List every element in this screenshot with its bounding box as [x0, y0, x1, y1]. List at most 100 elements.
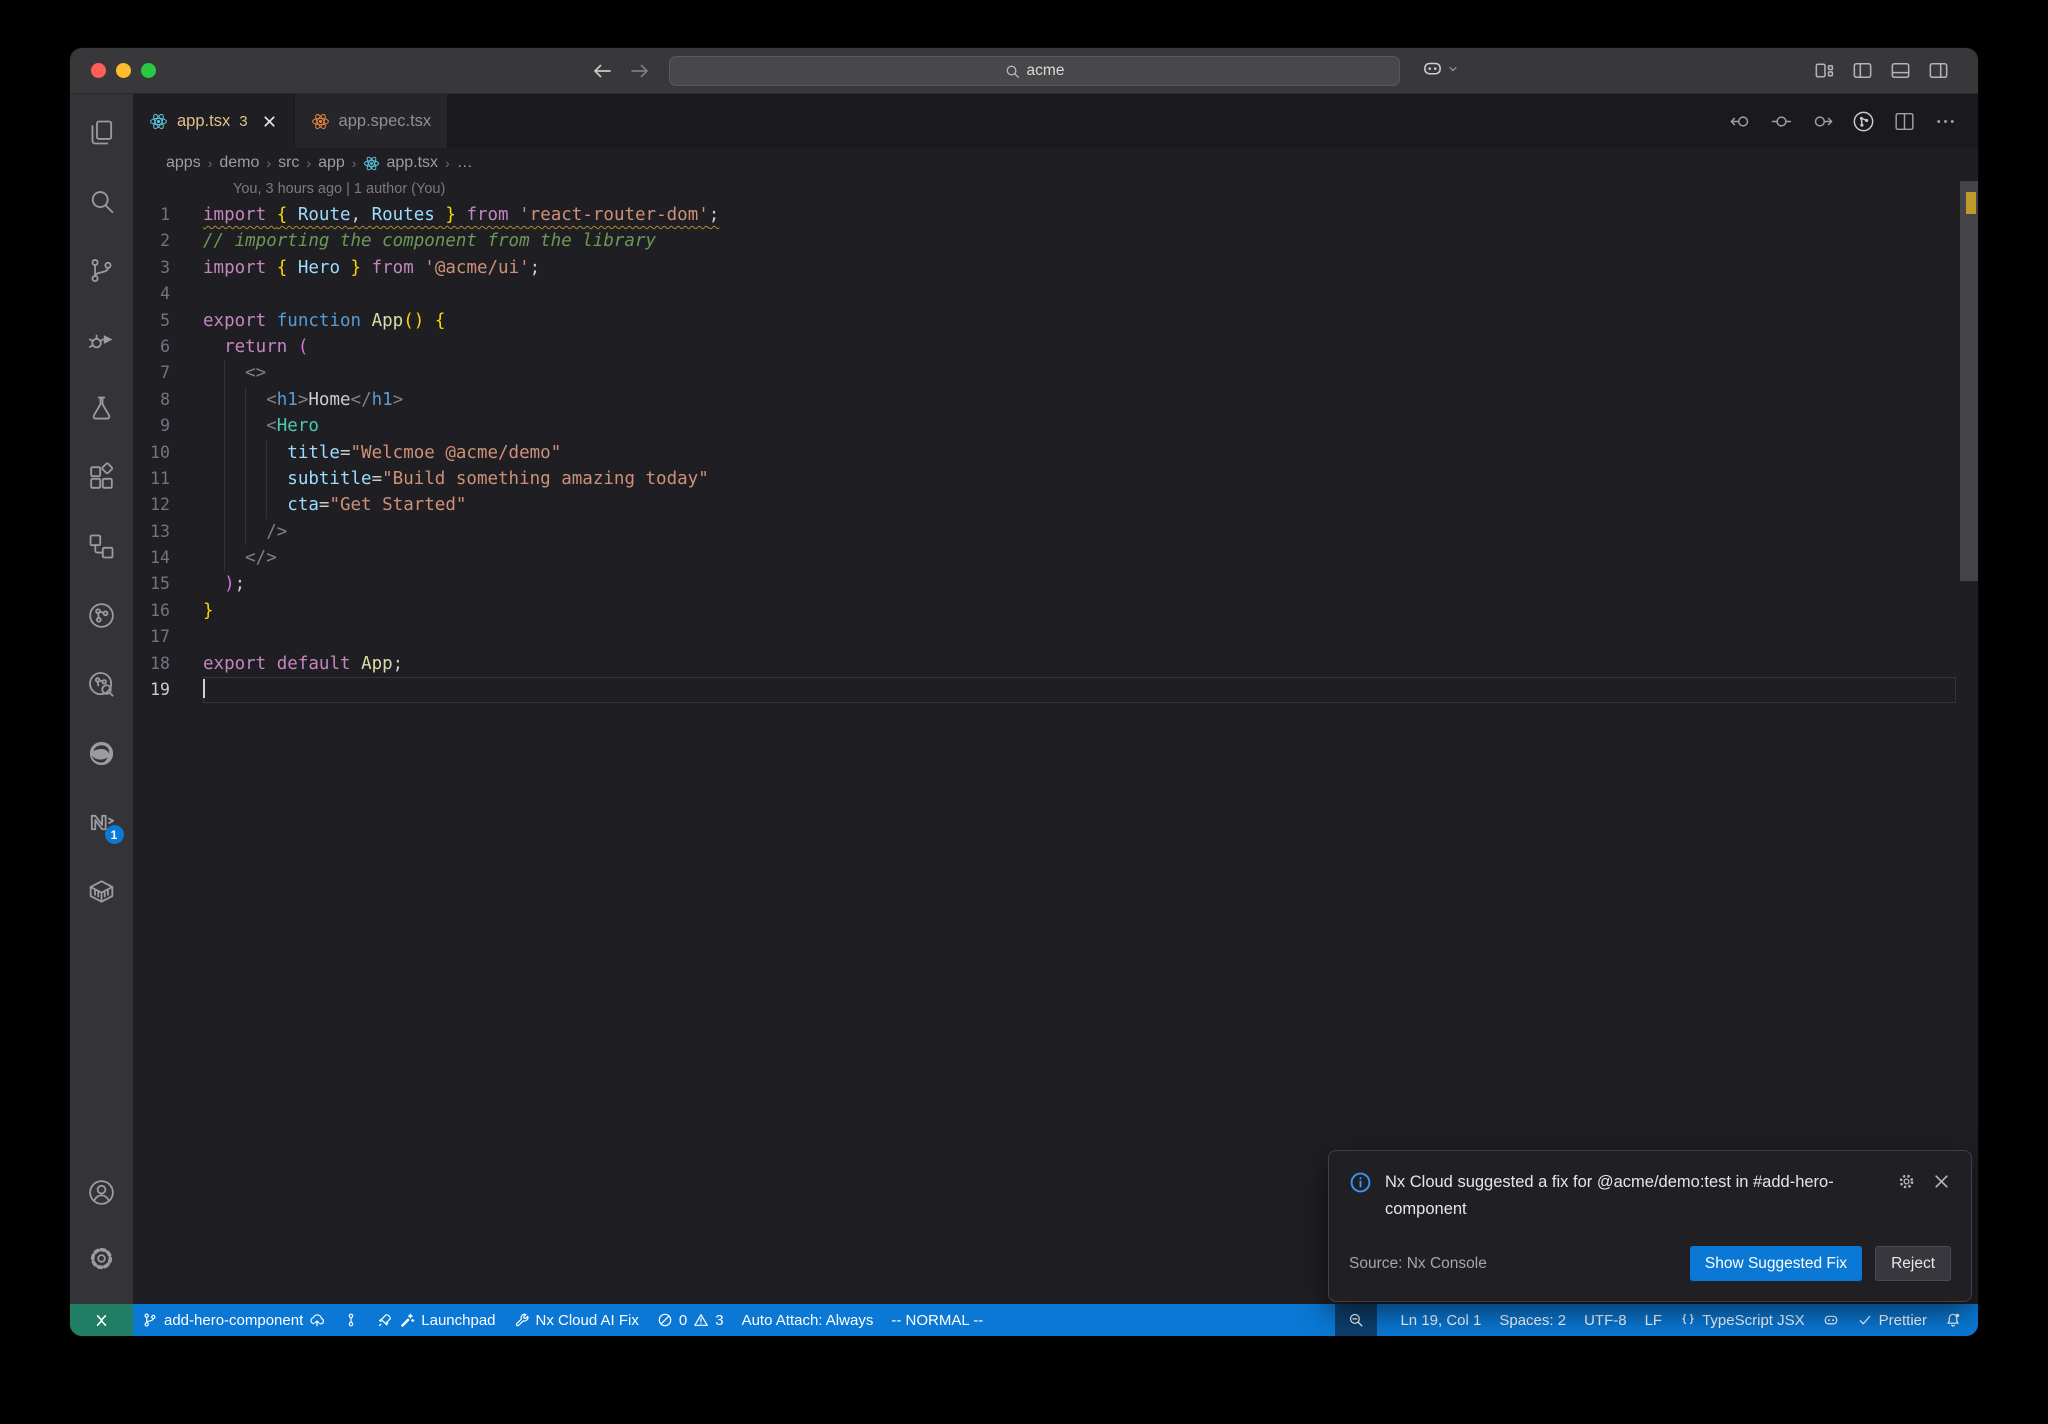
zoom-out-icon [1348, 1312, 1364, 1328]
git-blame-annotation: You, 3 hours ago | 1 author (You) [233, 181, 446, 197]
code-line-18[interactable]: 18 export default App; [133, 651, 1978, 677]
next-change-icon[interactable] [1810, 109, 1835, 134]
edge-tools-icon[interactable] [78, 727, 126, 779]
code-editor[interactable]: You, 3 hours ago | 1 author (You) 1 impor… [133, 178, 1978, 1304]
toggle-primary-sidebar-icon[interactable] [1851, 59, 1874, 82]
code-line-11[interactable]: 11 subtitle="Build something amazing toda… [133, 465, 1978, 493]
breadcrumb[interactable]: apps › demo › src › app › app.tsx ›… [133, 148, 1978, 178]
show-suggested-fix-button[interactable]: Show Suggested Fix [1689, 1246, 1863, 1281]
code-line-17[interactable]: 17 [133, 624, 1978, 650]
previous-change-icon[interactable] [1728, 109, 1753, 134]
navigate-forward-icon[interactable] [628, 59, 652, 83]
status-cursor-position[interactable]: Ln 19, Col 1 [1391, 1304, 1490, 1336]
line-number: 17 [150, 627, 170, 647]
status-vim-mode[interactable]: -- NORMAL -- [882, 1304, 992, 1336]
code-line-16[interactable]: 16} [133, 598, 1978, 624]
breadcrumb-separator: › [266, 155, 272, 171]
navigate-back-icon[interactable] [590, 59, 614, 83]
close-tab-icon[interactable] [261, 113, 278, 130]
code-line-19[interactable]: 19 [133, 677, 1978, 703]
more-actions-icon[interactable] [1933, 109, 1958, 134]
code-line-5[interactable]: 5 export function App() { [133, 308, 1978, 334]
status-language-mode[interactable]: TypeScript JSX [1671, 1304, 1814, 1336]
scrollbar-thumb[interactable] [1960, 181, 1978, 581]
nx-console-icon[interactable]: 1 [78, 796, 126, 848]
line-number: 3 [160, 257, 170, 277]
bell-dot-icon [1945, 1312, 1961, 1328]
status-source-control-graph[interactable] [334, 1304, 368, 1336]
code-line-3[interactable]: 3 import { Hero } from '@acme/ui'; [133, 255, 1978, 281]
breadcrumb-overflow[interactable]: … [457, 154, 473, 172]
accounts-icon[interactable] [78, 1166, 126, 1218]
profile-menu[interactable] [1422, 58, 1459, 79]
nx-project-details-icon[interactable] [1851, 109, 1876, 134]
graph-icon [343, 1312, 359, 1328]
status-git-branch[interactable]: add-hero-component [133, 1304, 334, 1336]
command-center-search[interactable]: acme [669, 56, 1400, 86]
branch-icon [142, 1312, 158, 1328]
tab-app-spec-tsx[interactable]: app.spec.tsx [293, 94, 448, 148]
react-icon [363, 155, 380, 172]
status-encoding[interactable]: UTF-8 [1575, 1304, 1636, 1336]
status-nx-cloud-ai-fix[interactable]: Nx Cloud AI Fix [505, 1304, 648, 1336]
status-indentation[interactable]: Spaces: 2 [1490, 1304, 1575, 1336]
copilot-icon [1823, 1312, 1839, 1328]
status-auto-attach[interactable]: Auto Attach: Always [733, 1304, 883, 1336]
status-notifications-bell[interactable] [1936, 1304, 1970, 1336]
testing-icon[interactable] [78, 382, 126, 434]
run-and-debug-icon[interactable] [78, 313, 126, 365]
code-line-8[interactable]: 8 <h1>Home</h1> [133, 386, 1978, 414]
status-copilot[interactable] [1814, 1304, 1848, 1336]
line-number: 2 [160, 231, 170, 251]
editor-group: app.tsx 3 app.spec.tsx apps › demo › src › app… [133, 94, 1978, 1304]
code-line-13[interactable]: 13/> [133, 518, 1978, 546]
indent-guide [224, 545, 226, 572]
code-line-1[interactable]: 1 import { Route, Routes } from 'react-ro… [133, 202, 1978, 228]
breadcrumb-separator: › [207, 155, 213, 171]
code-line-14[interactable]: 14 </> [133, 545, 1978, 572]
tab-app-tsx[interactable]: app.tsx 3 [133, 94, 294, 148]
code-line-12[interactable]: 12 cta="Get Started" [133, 492, 1978, 519]
containers-icon[interactable] [78, 865, 126, 917]
reject-button[interactable]: Reject [1875, 1246, 1951, 1281]
customize-layout-icon[interactable] [1813, 59, 1836, 82]
toggle-panel-icon[interactable] [1889, 59, 1912, 82]
warning-icon [693, 1312, 709, 1328]
nx-graph-focus-icon[interactable] [78, 658, 126, 710]
project-graph-icon[interactable] [78, 520, 126, 572]
code-line-9[interactable]: 9 <Hero [133, 413, 1978, 440]
breadcrumb-item[interactable]: app [318, 154, 345, 172]
code-line-6[interactable]: 6 return ( [133, 334, 1978, 360]
search-icon[interactable] [78, 175, 126, 227]
notification-close-icon[interactable] [1932, 1172, 1951, 1191]
close-window-button[interactable] [91, 63, 106, 78]
split-editor-icon[interactable] [1892, 109, 1917, 134]
code-line-2[interactable]: 2// importing the component from the lib… [133, 228, 1978, 254]
minimize-window-button[interactable] [116, 63, 131, 78]
remote-indicator[interactable] [70, 1304, 133, 1336]
code-line-10[interactable]: 10 title="Welcmoe @acme/demo" [133, 439, 1978, 466]
zoom-window-button[interactable] [141, 63, 156, 78]
explorer-icon[interactable] [78, 106, 126, 158]
editor-scrollbar[interactable] [1960, 178, 1978, 1304]
status-zoom-indicator[interactable] [1335, 1304, 1378, 1336]
code-line-7[interactable]: 7 <> [133, 360, 1978, 387]
nx-graph-icon[interactable] [78, 589, 126, 641]
breadcrumb-item[interactable]: src [278, 154, 299, 172]
extensions-icon[interactable] [78, 451, 126, 503]
search-value: acme [1026, 62, 1065, 79]
breadcrumb-item[interactable]: app.tsx [363, 154, 438, 172]
source-control-icon[interactable] [78, 244, 126, 296]
breadcrumb-item[interactable]: apps [166, 154, 201, 172]
status-problems[interactable]: 03 [648, 1304, 733, 1336]
notification-settings-icon[interactable] [1897, 1172, 1916, 1191]
settings-icon[interactable] [78, 1232, 126, 1284]
code-line-4[interactable]: 4 [133, 281, 1978, 307]
status-formatter[interactable]: Prettier [1848, 1304, 1936, 1336]
breadcrumb-item[interactable]: demo [219, 154, 259, 172]
status-launchpad[interactable]: Launchpad [368, 1304, 504, 1336]
code-line-15[interactable]: 15); [133, 571, 1978, 597]
current-change-icon[interactable] [1769, 109, 1794, 134]
status-eol[interactable]: LF [1636, 1304, 1672, 1336]
toggle-secondary-sidebar-icon[interactable] [1927, 59, 1950, 82]
